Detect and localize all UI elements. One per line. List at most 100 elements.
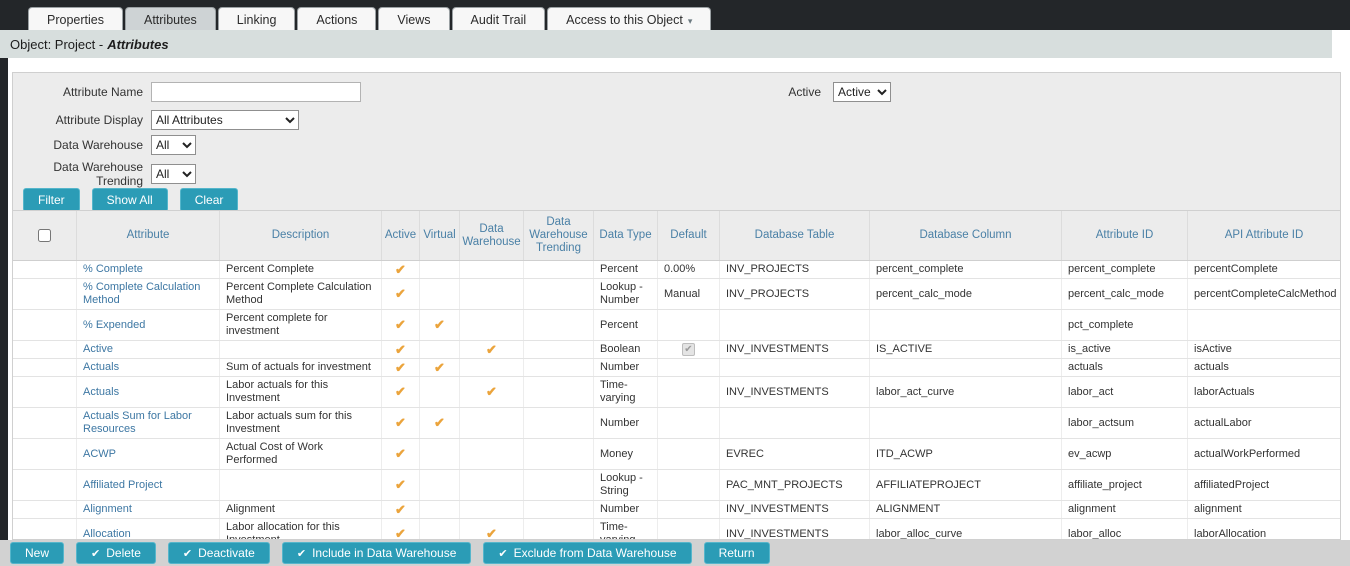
- column-header-data-warehouse[interactable]: Data Warehouse: [460, 211, 524, 260]
- data-warehouse-cell: [460, 501, 524, 518]
- tab-actions[interactable]: Actions: [297, 7, 376, 31]
- default-checkbox-checked-disabled: ✔: [682, 343, 695, 356]
- column-header-data-type[interactable]: Data Type: [594, 211, 658, 260]
- active-cell: ✔: [382, 359, 420, 376]
- return-button[interactable]: Return: [704, 542, 770, 564]
- row-select-cell[interactable]: [13, 261, 77, 278]
- tab-views[interactable]: Views: [378, 7, 449, 31]
- virtual-check-icon: ✔: [434, 362, 445, 374]
- attribute-link[interactable]: Affiliated Project: [83, 479, 162, 492]
- column-header-database-table[interactable]: Database Table: [720, 211, 870, 260]
- table-row: ACWPActual Cost of Work Performed✔MoneyE…: [13, 439, 1340, 470]
- delete-button[interactable]: ✔Delete: [76, 542, 156, 564]
- row-select-cell[interactable]: [13, 279, 77, 309]
- attribute-link[interactable]: % Expended: [83, 319, 145, 332]
- clear-button[interactable]: Clear: [180, 188, 239, 212]
- tab-audit-trail[interactable]: Audit Trail: [452, 7, 546, 31]
- active-cell: ✔: [382, 377, 420, 407]
- row-select-cell[interactable]: [13, 470, 77, 500]
- tab-access-to-this-object[interactable]: Access to this Object▾: [547, 7, 711, 31]
- column-header-database-column[interactable]: Database Column: [870, 211, 1062, 260]
- attribute-link[interactable]: Actuals Sum for Labor Resources: [83, 410, 213, 436]
- attribute-id-cell: ev_acwp: [1062, 439, 1188, 469]
- api-attribute-id-cell: percentCompleteCalcMethod: [1188, 279, 1340, 309]
- data-warehouse-select[interactable]: All: [151, 135, 196, 155]
- database-table-cell: INV_PROJECTS: [720, 279, 870, 309]
- attribute-link[interactable]: ACWP: [83, 448, 116, 461]
- footer-action-bar: New ✔Delete ✔Deactivate ✔Include in Data Wa…: [0, 540, 1350, 566]
- tab-properties[interactable]: Properties: [28, 7, 123, 31]
- deactivate-button[interactable]: ✔Deactivate: [168, 542, 270, 564]
- active-cell: ✔: [382, 501, 420, 518]
- exclude-from-data-warehouse-button[interactable]: ✔Exclude from Data Warehouse: [483, 542, 691, 564]
- row-select-cell[interactable]: [13, 501, 77, 518]
- data-warehouse-cell: ✔: [460, 341, 524, 358]
- row-select-cell[interactable]: [13, 341, 77, 358]
- virtual-cell: [420, 519, 460, 540]
- default-cell: [658, 408, 720, 438]
- virtual-cell: [420, 470, 460, 500]
- new-button[interactable]: New: [10, 542, 64, 564]
- attribute-cell: Allocation: [77, 519, 220, 540]
- active-filter-select[interactable]: Active: [833, 82, 891, 102]
- api-attribute-id-cell: actualWorkPerformed: [1188, 439, 1340, 469]
- dw-trending-cell: [524, 519, 594, 540]
- column-header-api-attribute-id[interactable]: API Attribute ID: [1188, 211, 1340, 260]
- attribute-link[interactable]: Active: [83, 343, 113, 356]
- data-warehouse-check-icon: ✔: [486, 386, 497, 398]
- data-warehouse-cell: [460, 359, 524, 376]
- description-cell: Percent Complete Calculation Method: [220, 279, 382, 309]
- description-cell: Labor actuals sum for this Investment: [220, 408, 382, 438]
- description-cell: Alignment: [220, 501, 382, 518]
- default-cell: ✔: [658, 341, 720, 358]
- column-header-attribute-id[interactable]: Attribute ID: [1062, 211, 1188, 260]
- data-warehouse-cell: [460, 439, 524, 469]
- column-header-attribute[interactable]: Attribute: [77, 211, 220, 260]
- row-select-cell[interactable]: [13, 519, 77, 540]
- api-attribute-id-cell: alignment: [1188, 501, 1340, 518]
- attribute-cell: % Complete Calculation Method: [77, 279, 220, 309]
- select-all-checkbox[interactable]: [38, 229, 51, 242]
- include-in-data-warehouse-button[interactable]: ✔Include in Data Warehouse: [282, 542, 472, 564]
- tab-linking[interactable]: Linking: [218, 7, 296, 31]
- column-header-virtual[interactable]: Virtual: [420, 211, 460, 260]
- column-header-data-warehouse-trending[interactable]: Data Warehouse Trending: [524, 211, 594, 260]
- attribute-display-select[interactable]: All Attributes: [151, 110, 299, 130]
- column-header-default[interactable]: Default: [658, 211, 720, 260]
- data-warehouse-cell: ✔: [460, 377, 524, 407]
- row-select-cell[interactable]: [13, 310, 77, 340]
- tab-attributes[interactable]: Attributes: [125, 7, 216, 31]
- attribute-name-label: Attribute Name: [13, 85, 143, 99]
- data-type-cell: Number: [594, 359, 658, 376]
- description-cell: Labor actuals for this Investment: [220, 377, 382, 407]
- row-select-cell[interactable]: [13, 439, 77, 469]
- attribute-link[interactable]: Alignment: [83, 503, 132, 516]
- attribute-link[interactable]: % Complete Calculation Method: [83, 281, 213, 307]
- column-header-active[interactable]: Active: [382, 211, 420, 260]
- attribute-link[interactable]: Actuals: [83, 386, 119, 399]
- active-check-icon: ✔: [395, 288, 406, 300]
- api-attribute-id-cell: laborActuals: [1188, 377, 1340, 407]
- default-cell: [658, 519, 720, 540]
- attribute-link[interactable]: Allocation: [83, 528, 131, 541]
- table-row: % Complete Calculation Method Percent Com…: [13, 279, 1340, 310]
- row-select-cell[interactable]: [13, 377, 77, 407]
- data-warehouse-cell: [460, 310, 524, 340]
- attribute-name-input[interactable]: [151, 82, 361, 102]
- virtual-cell: [420, 501, 460, 518]
- database-table-cell: PAC_MNT_PROJECTS: [720, 470, 870, 500]
- attribute-link[interactable]: % Complete: [83, 263, 143, 276]
- column-header-description[interactable]: Description: [220, 211, 382, 260]
- chevron-down-icon: ▾: [688, 16, 693, 26]
- attribute-cell: Affiliated Project: [77, 470, 220, 500]
- row-select-cell[interactable]: [13, 408, 77, 438]
- show-all-button[interactable]: Show All: [92, 188, 168, 212]
- attribute-link[interactable]: Actuals: [83, 361, 119, 374]
- data-warehouse-trending-select[interactable]: All: [151, 164, 196, 184]
- data-type-cell: Percent: [594, 310, 658, 340]
- virtual-cell: ✔: [420, 359, 460, 376]
- table-row: Actuals Sum for Labor Resources Labor act…: [13, 408, 1340, 439]
- default-cell: [658, 439, 720, 469]
- filter-button[interactable]: Filter: [23, 188, 80, 212]
- row-select-cell[interactable]: [13, 359, 77, 376]
